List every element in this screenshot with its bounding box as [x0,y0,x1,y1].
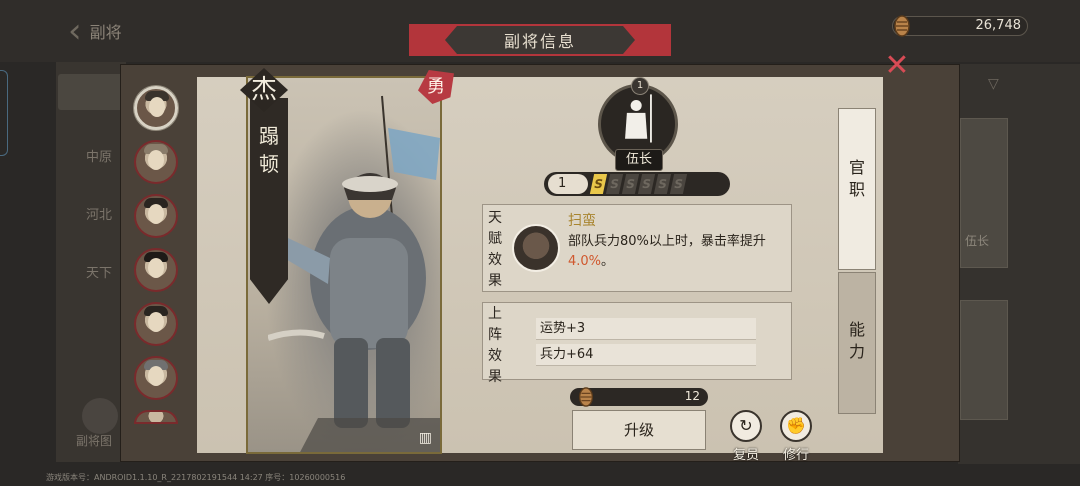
title-banner: 副将信息 [409,24,671,56]
hero-illustration [268,95,440,452]
hero-name: 蹋 顿 [259,124,279,176]
dialog-title: 副将信息 [445,26,635,54]
talent-name: 扫蛮 [568,213,596,229]
star-icon: S [653,174,672,194]
reset-button[interactable]: ↻ 复员 [726,410,766,463]
fist-icon: ✊ [780,410,812,442]
background-card[interactable] [960,300,1008,420]
currency-display: 26,748 [892,15,1028,37]
recruit-label: 副将图 [76,434,113,448]
deploy-section-tag: 上阵 效果 [488,306,502,385]
deploy-effect-row: 运势+3 [536,318,756,340]
upgrade-button[interactable]: 升级 [572,410,706,450]
portrait-selected[interactable] [134,86,178,130]
portrait[interactable] [134,248,178,292]
portrait[interactable] [134,194,178,238]
reset-icon: ↻ [730,410,762,442]
star-icon: S [669,174,688,194]
talent-skill-icon[interactable] [512,224,560,272]
train-label: 修行 [782,448,809,463]
level-value: 1 [548,174,588,194]
upgrade-material-bar: 12 [570,387,708,407]
deploy-effect-row: 兵力+64 [536,344,756,366]
background-card-label: 伍长 [965,234,990,248]
back-button[interactable]: ‹ 副将 [68,11,122,51]
category-item[interactable]: 天下 [86,262,112,281]
star-row: S S S S S S [589,174,688,194]
close-icon[interactable]: ✕ [882,51,912,82]
category-item[interactable]: 河北 [86,204,112,223]
star-icon: S [621,174,640,194]
star-icon: S [589,174,608,194]
talent-description: 部队兵力80%以上时，暴击率提升4.0%。 [568,234,766,269]
currency-amount: 26,748 [975,18,1022,33]
portrait[interactable] [134,302,178,346]
portrait[interactable] [134,356,178,400]
star-icon: S [605,174,624,194]
background-card[interactable]: 伍长 [960,118,1008,268]
category-tab-selected[interactable] [58,74,124,110]
recruit-icon[interactable] [82,398,118,434]
rank-name: 伍长 [615,149,663,171]
reset-label: 复员 [732,448,759,463]
chevron-left-icon: ‹ [68,11,82,51]
version-text: 游戏版本号：ANDROID1.1.10_R_2217802191544 14:2… [46,473,346,482]
tab-rank[interactable]: 官职 [838,108,876,270]
talent-value: 4.0% [568,254,602,269]
grain-icon [894,15,910,37]
back-label: 副将 [89,23,122,42]
material-count: 12 [684,389,700,403]
star-icon: S [637,174,656,194]
book-icon[interactable]: ▥ [419,430,432,446]
hero-card: 蹋 顿 ▥ [246,76,442,454]
side-drawer-handle[interactable] [0,70,8,156]
portrait[interactable] [134,140,178,184]
deploy-section [482,302,792,380]
train-button[interactable]: ✊ 修行 [776,410,816,463]
tab-ability[interactable]: 能力 [838,272,876,414]
level-star-bar: 1 S S S S S S [544,172,730,196]
talent-section-tag: 天赋 效果 [488,210,502,289]
portrait-partial[interactable] [134,410,178,424]
filter-icon[interactable]: ▽ [988,76,999,92]
grain-icon [578,387,594,407]
rank-emblem[interactable]: 1 伍长 [598,77,678,171]
category-item[interactable]: 中原 [86,146,112,165]
